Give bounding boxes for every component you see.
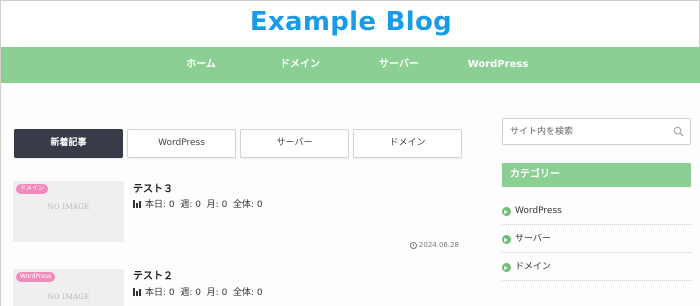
category-item-wordpress[interactable]: WordPress (502, 197, 691, 225)
clock-icon (409, 241, 417, 249)
tab-new-posts[interactable]: 新着記事 (14, 129, 123, 158)
no-image-text: NO IMAGE (47, 293, 90, 301)
category-badge: ドメイン (16, 184, 49, 194)
post-thumbnail[interactable]: WordPress NO IMAGE (13, 269, 124, 306)
category-label[interactable]: サーバー (515, 234, 551, 244)
post-thumbnail[interactable]: ドメイン NO IMAGE (13, 181, 124, 242)
site-search (502, 118, 691, 145)
tab-wordpress[interactable]: WordPress (127, 129, 236, 158)
post-stats-text: 本日: 0 週: 0 月: 0 全体: 0 (145, 200, 263, 210)
category-label[interactable]: WordPress (515, 206, 562, 216)
category-heading: カテゴリー (502, 163, 691, 187)
tab-server[interactable]: サーバー (240, 129, 349, 158)
category-label[interactable]: ドメイン (515, 262, 551, 272)
nav-item-server[interactable]: サーバー (344, 47, 454, 83)
post-stats: 本日: 0 週: 0 月: 0 全体: 0 (133, 197, 263, 210)
category-item-server[interactable]: サーバー (502, 225, 691, 253)
site-title[interactable]: Example Blog (1, 7, 700, 37)
nav-item-home[interactable]: ホーム (146, 47, 256, 83)
nav-item-domain[interactable]: ドメイン (245, 47, 355, 83)
tab-domain[interactable]: ドメイン (353, 129, 462, 158)
search-input[interactable] (510, 119, 670, 144)
arrow-circle-icon (502, 207, 511, 216)
post-date: 2024.06.28 (409, 241, 459, 249)
category-item-domain[interactable]: ドメイン (502, 253, 691, 281)
arrow-circle-icon (502, 235, 511, 244)
arrow-circle-icon (502, 263, 511, 272)
nav-item-wordpress[interactable]: WordPress (443, 47, 553, 83)
post-stats-text: 本日: 0 週: 0 月: 0 全体: 0 (145, 288, 263, 298)
search-icon[interactable] (673, 126, 684, 137)
bar-chart-icon (133, 287, 142, 296)
post-title[interactable]: テスト３ (133, 180, 173, 195)
post-date-text: 2024.06.28 (418, 241, 459, 249)
post-stats: 本日: 0 週: 0 月: 0 全体: 0 (133, 285, 263, 298)
no-image-text: NO IMAGE (47, 203, 90, 211)
category-badge: WordPress (16, 272, 56, 282)
global-nav: ホーム ドメイン サーバー WordPress (1, 47, 700, 83)
bar-chart-icon (133, 199, 142, 208)
post-title[interactable]: テスト２ (133, 267, 173, 282)
